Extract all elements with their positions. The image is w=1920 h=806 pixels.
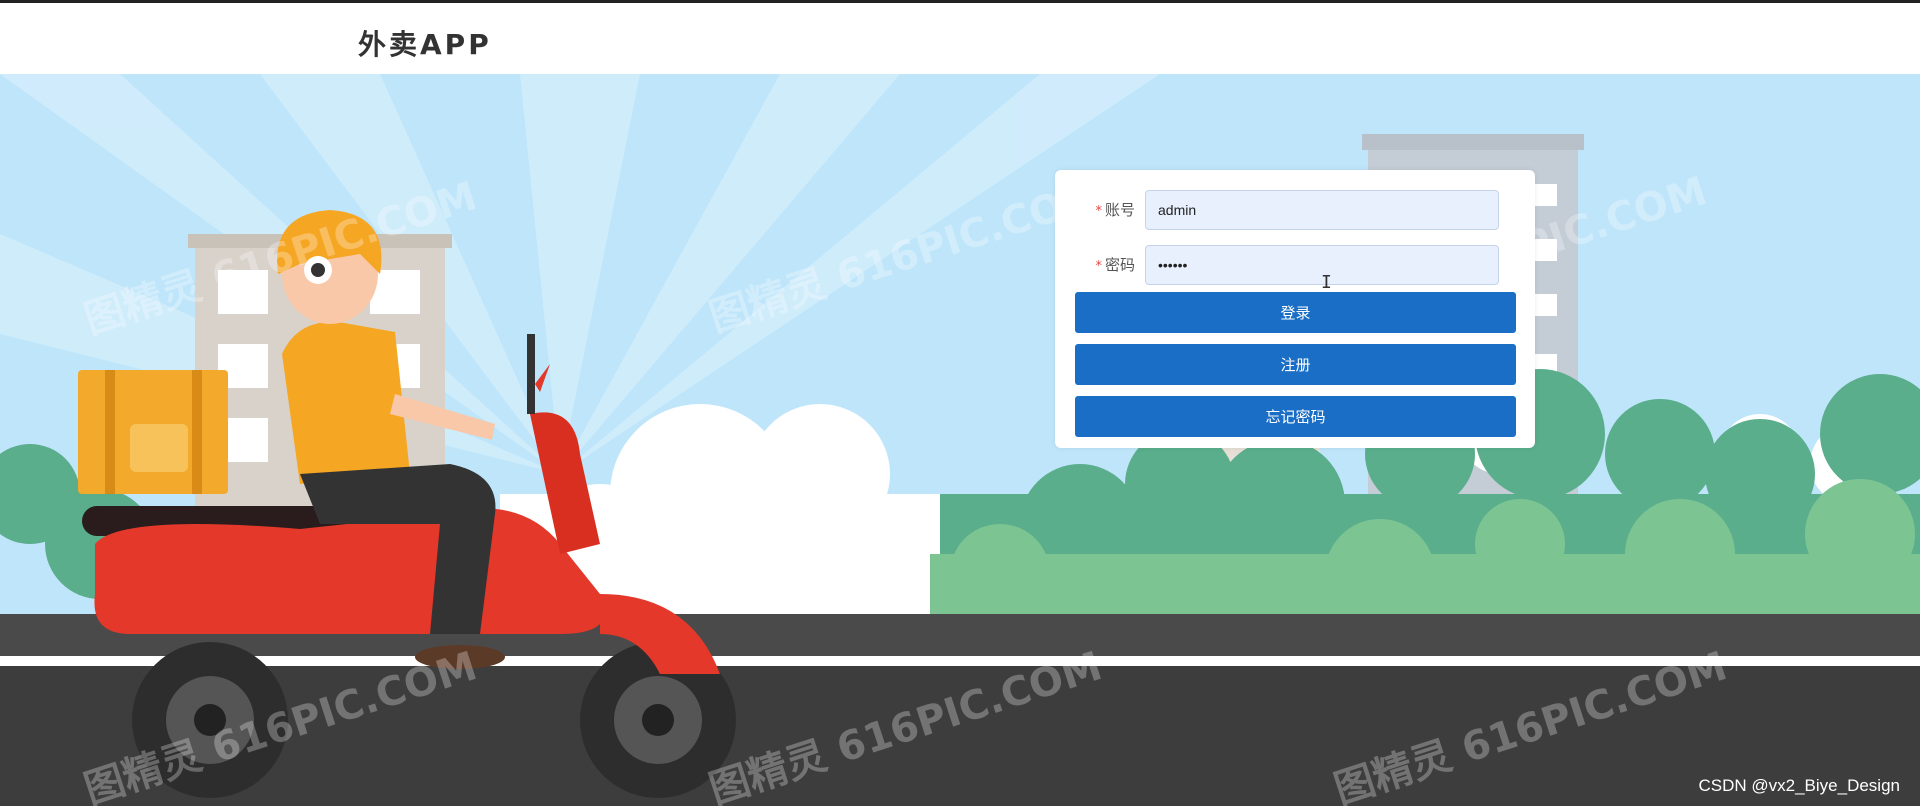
credit-watermark: CSDN @vx2_Biye_Design	[1698, 776, 1900, 795]
register-button[interactable]: 注册	[1075, 344, 1516, 385]
login-form-card: *账号 *密码 登录 注册 忘记密码	[1055, 170, 1535, 448]
password-label: * 密码	[1055, 245, 1135, 285]
login-button[interactable]: 登录	[1075, 292, 1516, 333]
account-row: * 账号	[1055, 190, 1535, 230]
app-title: 外卖APP	[358, 28, 492, 61]
account-label: * 账号	[1055, 190, 1135, 230]
password-label-text: 密码	[1104, 256, 1135, 274]
required-mark: *	[1095, 204, 1102, 219]
required-mark: *	[1095, 259, 1102, 274]
header-bar: 外卖APP	[0, 3, 1920, 74]
password-row: * 密码	[1055, 245, 1535, 285]
delivery-scene-image: 图精灵 616PIC.COM 图精灵 616PIC.COM 图精灵 616PIC…	[0, 74, 1920, 806]
background-illustration: 图精灵 616PIC.COM 图精灵 616PIC.COM 图精灵 616PIC…	[0, 74, 1920, 806]
i-beam-cursor-icon: I	[1321, 272, 1332, 293]
forgot-password-button[interactable]: 忘记密码	[1075, 396, 1516, 437]
account-input[interactable]	[1145, 190, 1499, 230]
account-label-text: 账号	[1104, 201, 1135, 219]
